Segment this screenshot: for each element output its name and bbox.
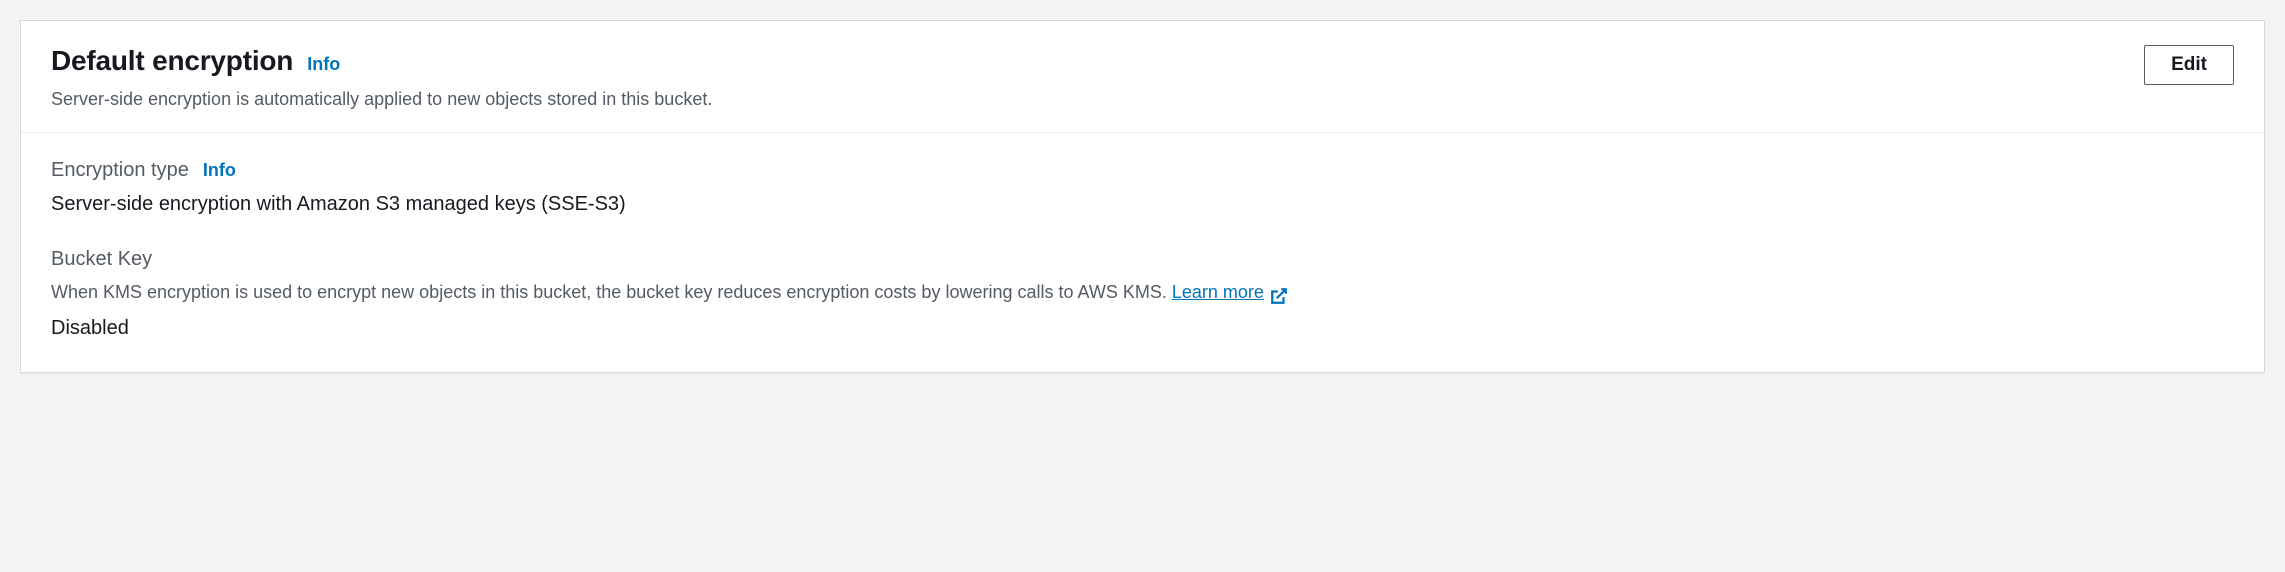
encryption-type-field: Encryption type Info Server-side encrypt… xyxy=(51,159,2234,218)
external-link-icon xyxy=(1270,286,1288,304)
panel-header-left: Default encryption Info Server-side encr… xyxy=(51,45,712,112)
panel-header: Default encryption Info Server-side encr… xyxy=(21,21,2264,133)
bucket-key-description-text: When KMS encryption is used to encrypt n… xyxy=(51,282,1172,302)
encryption-type-label-row: Encryption type Info xyxy=(51,159,2234,182)
encryption-type-value: Server-side encryption with Amazon S3 ma… xyxy=(51,190,2234,218)
panel-body: Encryption type Info Server-side encrypt… xyxy=(21,133,2264,372)
encryption-type-label: Encryption type xyxy=(51,159,189,182)
encryption-type-info-link[interactable]: Info xyxy=(203,160,236,181)
bucket-key-field: Bucket Key When KMS encryption is used t… xyxy=(51,248,2234,342)
title-row: Default encryption Info xyxy=(51,45,712,77)
panel-title: Default encryption xyxy=(51,45,293,77)
panel-info-link[interactable]: Info xyxy=(307,54,340,75)
bucket-key-description: When KMS encryption is used to encrypt n… xyxy=(51,279,2234,306)
bucket-key-label-row: Bucket Key xyxy=(51,248,2234,271)
bucket-key-label: Bucket Key xyxy=(51,248,152,271)
panel-subtitle: Server-side encryption is automatically … xyxy=(51,87,712,112)
edit-button[interactable]: Edit xyxy=(2144,45,2234,85)
learn-more-text: Learn more xyxy=(1172,279,1264,306)
bucket-key-value: Disabled xyxy=(51,314,2234,342)
default-encryption-panel: Default encryption Info Server-side encr… xyxy=(20,20,2265,373)
learn-more-link[interactable]: Learn more xyxy=(1172,279,1288,306)
